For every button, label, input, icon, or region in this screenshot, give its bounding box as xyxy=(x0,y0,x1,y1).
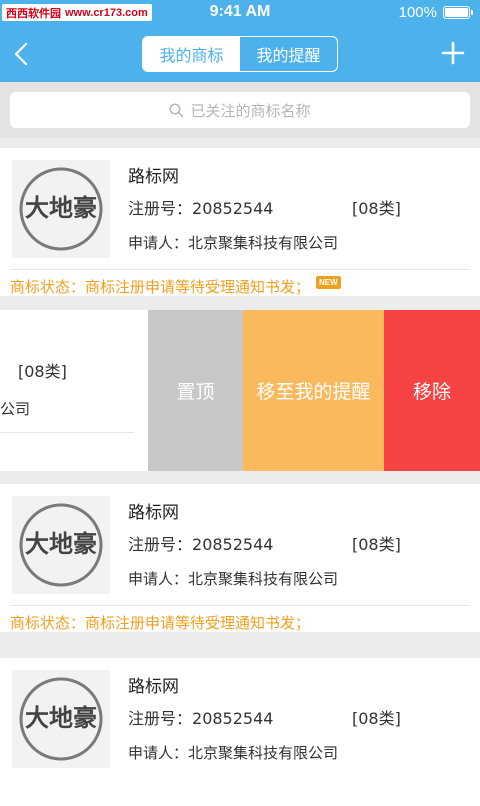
applicant-label: 申请人： xyxy=(128,234,189,252)
tab-my-reminders[interactable]: 我的提醒 xyxy=(240,37,337,71)
trademark-name: 路标网 xyxy=(128,167,179,187)
reg-label: 注册号： xyxy=(128,535,193,554)
trademark-class: [08类] xyxy=(18,362,67,381)
segmented-control: 我的商标 我的提醒 xyxy=(142,36,338,72)
reg-label: 注册号： xyxy=(128,709,193,728)
registration-line: 注册号：20852544 [08类] xyxy=(128,195,408,219)
trademark-logo: 大地豪 xyxy=(12,670,110,768)
remove-button[interactable]: 移除 xyxy=(384,310,480,471)
applicant-line: 申请人：北京聚集科技有限公司 xyxy=(128,742,338,763)
tab-my-trademarks[interactable]: 我的商标 xyxy=(143,37,240,71)
trademark-name: 路标网 xyxy=(128,677,179,697)
search-placeholder: 已关注的商标名称 xyxy=(190,101,311,120)
divider xyxy=(10,605,470,606)
reg-number: 20852544 xyxy=(192,199,274,218)
trademark-class: [08类] xyxy=(352,709,401,728)
battery-percent: 100% xyxy=(398,4,437,21)
reg-number: 20852544 xyxy=(192,709,274,728)
trademark-logo: 大地豪 xyxy=(12,496,110,594)
applicant-name: 北京聚集科技有限公司 xyxy=(188,570,339,588)
logo-text: 大地豪 xyxy=(25,530,97,558)
search-input[interactable]: 已关注的商标名称 xyxy=(10,92,470,128)
pin-to-top-button[interactable]: 置顶 xyxy=(148,310,243,471)
status-text: 商标注册申请等待受理通知书发； xyxy=(85,278,311,296)
reg-label: 注册号： xyxy=(128,199,193,218)
trademark-card[interactable]: 大地豪 路标网 注册号：20852544 [08类] 申请人：北京聚集科技有限公… xyxy=(0,658,480,806)
search-area: 已关注的商标名称 xyxy=(0,82,480,138)
status-line: 商标状态：商标注册申请等待受理通知书发； NEW xyxy=(10,276,341,297)
swiped-row-content: [08类] 公司 xyxy=(0,310,148,471)
applicant-label: 申请人： xyxy=(128,570,189,588)
status-line: 商标状态：商标注册申请等待受理通知书发； xyxy=(10,612,310,633)
applicant-line: 申请人：北京聚集科技有限公司 xyxy=(128,232,338,253)
battery: 100% xyxy=(398,4,473,21)
search-icon xyxy=(169,102,184,117)
battery-icon xyxy=(443,6,473,19)
applicant-label: 申请人： xyxy=(128,744,189,762)
nav-bar: 我的商标 我的提醒 xyxy=(0,26,480,82)
applicant-name: 北京聚集科技有限公司 xyxy=(188,234,339,252)
trademark-card[interactable]: 大地豪 路标网 注册号：20852544 [08类] 申请人：北京聚集科技有限公… xyxy=(0,148,480,296)
divider xyxy=(10,269,470,270)
status-bar: 西西软件园 www.cr173.com 9:41 AM 100% xyxy=(0,0,480,26)
status-label: 商标状态： xyxy=(10,278,86,296)
registration-line: 注册号：20852544 [08类] xyxy=(128,531,408,555)
divider xyxy=(0,432,134,433)
swiped-trademark-row[interactable]: [08类] 公司 置顶 移至我的提醒 移除 xyxy=(0,310,480,471)
applicant-name: 公司 xyxy=(0,400,31,418)
trademark-logo: 大地豪 xyxy=(12,160,110,258)
trademark-name: 路标网 xyxy=(128,503,179,523)
status-text: 商标注册申请等待受理通知书发； xyxy=(85,614,311,632)
plus-icon[interactable] xyxy=(440,40,466,66)
trademark-class: [08类] xyxy=(352,199,401,218)
new-badge: NEW xyxy=(316,276,341,289)
move-to-reminders-button[interactable]: 移至我的提醒 xyxy=(243,310,384,471)
reg-number: 20852544 xyxy=(192,535,274,554)
trademark-class: [08类] xyxy=(352,535,401,554)
logo-text: 大地豪 xyxy=(25,704,97,732)
logo-text: 大地豪 xyxy=(25,194,97,222)
registration-line: 注册号：20852544 [08类] xyxy=(128,705,408,729)
trademark-card[interactable]: 大地豪 路标网 注册号：20852544 [08类] 申请人：北京聚集科技有限公… xyxy=(0,484,480,632)
applicant-name: 北京聚集科技有限公司 xyxy=(188,744,339,762)
status-label: 商标状态： xyxy=(10,614,86,632)
applicant-line: 申请人：北京聚集科技有限公司 xyxy=(128,568,338,589)
back-arrow-icon[interactable] xyxy=(8,38,36,70)
